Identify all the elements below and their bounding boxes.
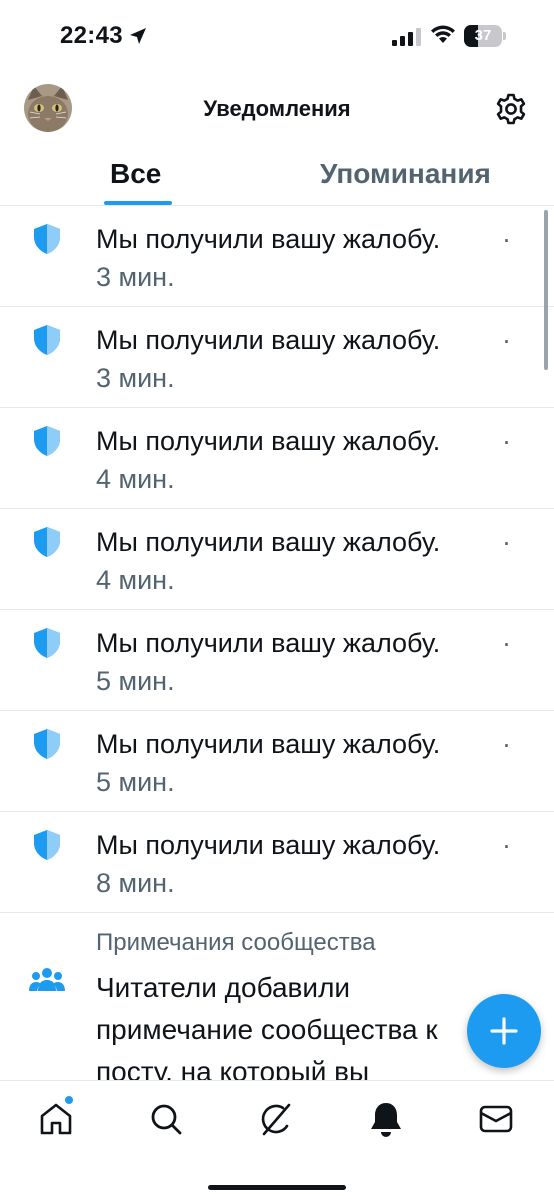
- notification-text: Мы получили вашу жалобу.: [96, 224, 441, 254]
- notification-text: Мы получили вашу жалобу.: [96, 527, 441, 557]
- search-icon: [151, 1104, 182, 1135]
- home-indicator: [208, 1185, 346, 1190]
- home-icon: [40, 1103, 72, 1135]
- notification-text: Мы получили вашу жалобу.: [96, 426, 441, 456]
- notification-item[interactable]: Мы получили вашу жалобу. · 4 мин.: [0, 408, 554, 509]
- battery-body: 37: [464, 25, 502, 47]
- notification-time: 3 мин.: [96, 363, 175, 393]
- notification-separator: ·: [502, 527, 511, 557]
- people-icon: [29, 968, 65, 991]
- location-arrow-icon: [130, 28, 146, 44]
- battery-tip: [503, 32, 506, 40]
- tab-mentions[interactable]: Упоминания: [318, 144, 518, 205]
- mail-icon: [479, 1105, 513, 1133]
- notification-item[interactable]: Мы получили вашу жалобу. · 8 мин.: [0, 812, 554, 913]
- notification-separator: ·: [502, 426, 511, 456]
- notification-separator: ·: [502, 729, 511, 759]
- status-time: 22:43: [60, 22, 123, 49]
- notification-time: 5 мин.: [96, 767, 175, 797]
- notification-separator: ·: [502, 830, 511, 860]
- nav-notifications[interactable]: [366, 1099, 406, 1139]
- grok-icon: [261, 1103, 291, 1136]
- notification-time: 8 мин.: [96, 868, 175, 898]
- shield-icon: [34, 628, 60, 658]
- notification-separator: ·: [502, 224, 511, 254]
- notification-time: 4 мин.: [96, 464, 175, 494]
- community-note-text: Читатели добавили примечание сообщества …: [96, 972, 438, 1080]
- signal-icon: [392, 28, 421, 46]
- nav-home[interactable]: [36, 1095, 76, 1139]
- notification-time: 4 мин.: [96, 565, 175, 595]
- tab-bar: Все Упоминания: [0, 144, 554, 206]
- shield-icon: [34, 224, 60, 254]
- status-bar: 22:43 37: [0, 0, 554, 72]
- shield-icon: [34, 527, 60, 557]
- notification-text: Мы получили вашу жалобу.: [96, 628, 441, 658]
- notification-text: Мы получили вашу жалобу.: [96, 729, 441, 759]
- notification-separator: ·: [502, 628, 511, 658]
- notification-separator: ·: [502, 325, 511, 355]
- header: Уведомления: [0, 72, 554, 144]
- shield-icon: [34, 729, 60, 759]
- bottom-nav: [0, 1080, 554, 1199]
- shield-icon: [34, 426, 60, 456]
- notification-item[interactable]: Мы получили вашу жалобу. · 5 мин.: [0, 610, 554, 711]
- battery-icon: 37: [464, 25, 506, 47]
- notification-item[interactable]: Мы получили вашу жалобу. · 4 мин.: [0, 509, 554, 610]
- tab-mentions-label: Упоминания: [320, 158, 491, 189]
- tab-all-label: Все: [110, 158, 162, 189]
- notification-item[interactable]: Мы получили вашу жалобу. · 3 мин.: [0, 307, 554, 408]
- notification-item[interactable]: Мы получили вашу жалобу. · 5 мин.: [0, 711, 554, 812]
- bell-icon: [371, 1103, 401, 1137]
- scrollbar[interactable]: [544, 210, 548, 370]
- wifi-icon: [431, 25, 455, 43]
- notification-text: Мы получили вашу жалобу.: [96, 325, 441, 355]
- gear-icon[interactable]: [494, 92, 528, 126]
- plus-icon: [490, 1017, 518, 1045]
- notification-list[interactable]: Мы получили вашу жалобу. · 3 мин. Мы пол…: [0, 206, 554, 1080]
- shield-icon: [34, 325, 60, 355]
- notification-time: 5 мин.: [96, 666, 175, 696]
- notification-time: 3 мин.: [96, 262, 175, 292]
- community-note-category: Примечания сообщества: [96, 929, 376, 956]
- nav-search[interactable]: [146, 1099, 186, 1139]
- battery-level: 37: [474, 27, 492, 44]
- notification-item[interactable]: Мы получили вашу жалобу. · 3 мин.: [0, 206, 554, 307]
- active-tab-indicator: [104, 201, 172, 205]
- page-title: Уведомления: [203, 96, 351, 121]
- nav-grok[interactable]: [256, 1099, 296, 1139]
- home-badge-dot: [64, 1095, 74, 1105]
- shield-icon: [34, 830, 60, 860]
- nav-messages[interactable]: [476, 1099, 516, 1139]
- tab-all[interactable]: Все: [104, 144, 176, 205]
- notification-text: Мы получили вашу жалобу.: [96, 830, 441, 860]
- compose-button[interactable]: [467, 994, 541, 1068]
